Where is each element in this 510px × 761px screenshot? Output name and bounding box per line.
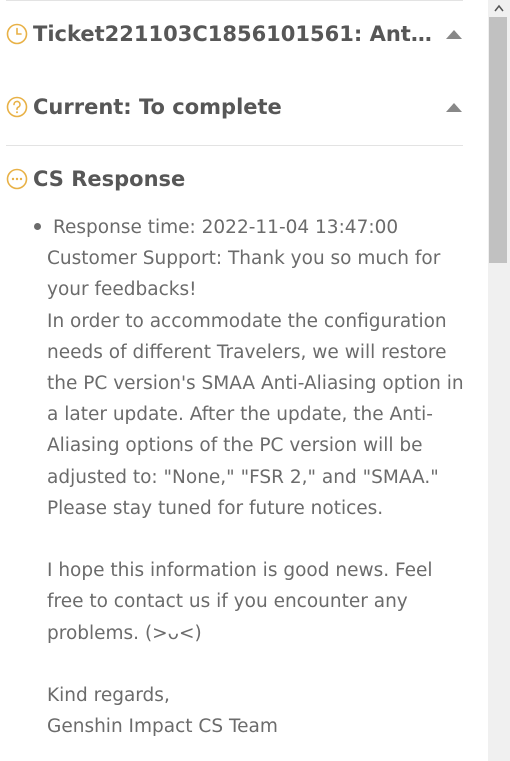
- clock-icon: [6, 23, 28, 45]
- collapse-caret-icon[interactable]: [444, 24, 464, 44]
- status-header[interactable]: Current: To complete: [6, 95, 464, 119]
- ticket-header[interactable]: Ticket221103C1856101561: Anti-A...: [6, 22, 464, 46]
- response-message: In order to accommodate the configuratio…: [47, 310, 464, 519]
- response-time: Response time: 2022-11-04 13:47:00: [53, 217, 399, 238]
- collapse-caret-icon[interactable]: [444, 97, 464, 117]
- signature-line-2: Genshin Impact CS Team: [47, 716, 278, 738]
- scroll-up-arrow-icon[interactable]: [488, 0, 510, 16]
- response-header: CS Response: [6, 167, 464, 191]
- scrollbar-thumb[interactable]: [489, 17, 507, 263]
- status-title: Current: To complete: [33, 95, 282, 119]
- section-divider: [6, 145, 463, 146]
- bullet-dot: [34, 223, 41, 230]
- chat-ellipsis-icon: [6, 168, 28, 190]
- response-greeting: Customer Support: Thank you so much for …: [47, 248, 441, 301]
- response-title: CS Response: [33, 167, 186, 191]
- ticket-title: Ticket221103C1856101561: Anti-A...: [33, 22, 436, 46]
- response-closing: I hope this information is good news. Fe…: [47, 560, 433, 644]
- question-icon: [6, 96, 28, 118]
- top-divider: [6, 0, 463, 1]
- ticket-panel: Ticket221103C1856101561: Anti-A... Curre…: [0, 0, 488, 761]
- vertical-scrollbar[interactable]: [488, 0, 510, 761]
- signature-line-1: Kind regards,: [47, 685, 170, 707]
- response-body: Response time: 2022-11-04 13:47:00 Custo…: [47, 212, 467, 742]
